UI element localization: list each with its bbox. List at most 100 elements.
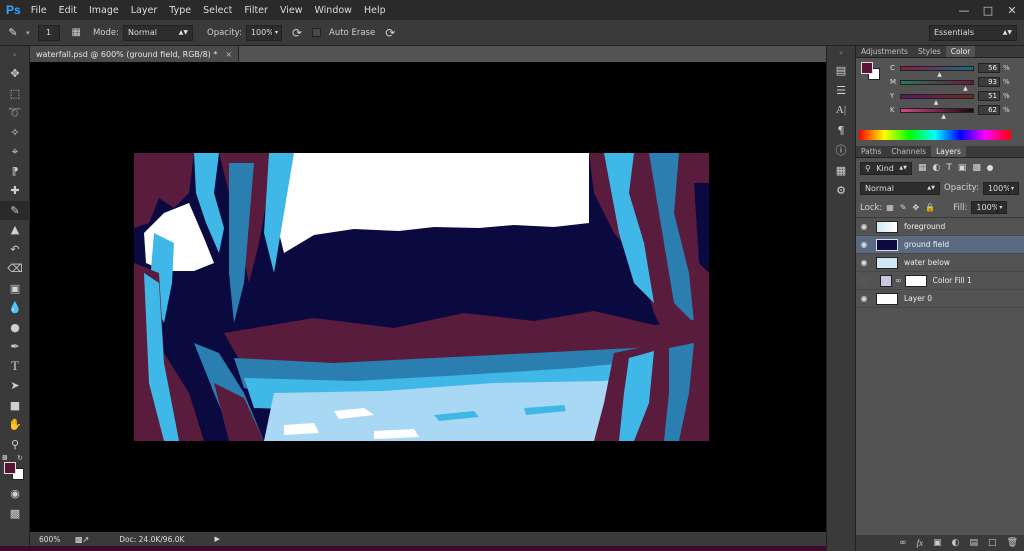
panel-foreground-color-swatch[interactable] [861, 62, 873, 74]
opacity-dropdown[interactable]: ▾ [271, 24, 282, 41]
filter-toggle-icon[interactable] [986, 165, 993, 171]
zoom-tool-icon[interactable]: ⚲ [0, 435, 30, 455]
zoom-level[interactable]: 600% [39, 535, 69, 544]
yellow-track[interactable]: ▲ [900, 93, 974, 106]
properties-panel-icon[interactable]: ☰ [827, 80, 855, 100]
filter-type-icon[interactable]: T [946, 163, 952, 173]
auto-erase-checkbox[interactable] [312, 28, 322, 37]
color-spectrum[interactable] [859, 130, 1011, 140]
pencil-tool-icon[interactable]: ✎ [0, 26, 26, 39]
black-track[interactable]: ▲ [900, 107, 974, 120]
menu-select[interactable]: Select [203, 5, 232, 16]
cyan-track[interactable]: ▲ [900, 65, 974, 78]
add-mask-icon[interactable]: ▣ [933, 538, 942, 548]
paragraph-panel-icon[interactable]: ¶ [827, 120, 855, 140]
marquee-tool-icon[interactable]: ⬚ [0, 84, 30, 104]
rectangle-tool-icon[interactable]: ■ [0, 396, 30, 416]
black-value[interactable]: 62 [978, 105, 1000, 115]
menu-help[interactable]: Help [364, 5, 386, 16]
document-tab[interactable]: waterfall.psd @ 600% (ground field, RGB/… [30, 46, 240, 62]
workspace-select[interactable]: Essentials ▲▼ [929, 24, 1017, 41]
visibility-eye-icon[interactable]: ◉ [856, 294, 872, 303]
character-panel-icon[interactable]: A| [827, 100, 855, 120]
blur-tool-icon[interactable]: 💧 [0, 298, 30, 318]
filter-pixel-icon[interactable]: ▦ [918, 163, 927, 173]
default-colors-icon[interactable]: ▩ [2, 454, 8, 461]
visibility-empty-box[interactable]: □ [856, 276, 872, 285]
close-button[interactable]: ✕ [1000, 0, 1024, 20]
tool-presets-panel-icon[interactable]: ⚙ [827, 180, 855, 200]
crop-tool-icon[interactable]: ⌖ [0, 142, 30, 162]
link-chain-icon[interactable]: ∞ [895, 276, 902, 285]
visibility-eye-icon[interactable]: ◉ [856, 258, 872, 267]
layer-kind-filter[interactable]: ⚲ Kind ▲▼ [860, 161, 912, 175]
menu-layer[interactable]: Layer [131, 5, 158, 16]
canvas[interactable] [30, 62, 826, 532]
lock-image-icon[interactable]: ✎ [900, 203, 907, 212]
status-menu-arrow-icon[interactable]: ▶ [214, 535, 219, 543]
layer-opacity-dropdown[interactable]: ▾ [1008, 181, 1019, 195]
collapse-panels-grip[interactable]: « [827, 46, 855, 60]
tab-color[interactable]: Color [945, 46, 976, 57]
magic-wand-tool-icon[interactable]: ✧ [0, 123, 30, 143]
pressure-opacity-icon[interactable]: ⟳ [292, 26, 302, 40]
new-layer-icon[interactable]: □ [988, 538, 997, 548]
gradient-tool-icon[interactable]: ▣ [0, 279, 30, 299]
cyan-value[interactable]: 56 [978, 63, 1000, 73]
type-tool-icon[interactable]: T [0, 357, 30, 377]
pen-tool-icon[interactable]: ✒ [0, 337, 30, 357]
foreground-color-swatch[interactable] [4, 462, 16, 474]
quick-mask-icon[interactable]: ◉ [0, 484, 30, 504]
lock-transparent-icon[interactable]: ▦ [886, 203, 894, 212]
filter-adjustment-icon[interactable]: ◐ [933, 163, 941, 173]
delete-layer-icon[interactable]: 🗑 [1007, 538, 1018, 548]
magenta-track[interactable]: ▲ [900, 79, 974, 92]
layer-opacity-input[interactable]: 100% [982, 181, 1011, 195]
tab-paths[interactable]: Paths [856, 146, 886, 157]
menu-filter[interactable]: Filter [244, 5, 268, 16]
tool-preset-dropdown[interactable]: ▾ [26, 29, 30, 37]
layer-row-water-below[interactable]: ◉ water below [856, 254, 1024, 272]
healing-brush-tool-icon[interactable]: ✚ [0, 181, 30, 201]
link-layers-icon[interactable]: ∞ [899, 538, 907, 548]
layer-row-color-fill-1[interactable]: □ ∞ Color Fill 1 [856, 272, 1024, 290]
mode-select[interactable]: Normal ▲▼ [123, 24, 193, 41]
pressure-size-icon[interactable]: ⟳ [385, 26, 395, 40]
tab-styles[interactable]: Styles [913, 46, 946, 57]
swap-colors-icon[interactable]: ↻ [17, 454, 23, 462]
blend-mode-select[interactable]: Normal ▲▼ [860, 181, 940, 195]
status-share-icon[interactable]: ▩↗ [75, 535, 89, 544]
menu-image[interactable]: Image [89, 5, 119, 16]
eraser-tool-icon[interactable]: ⌫ [0, 259, 30, 279]
menu-window[interactable]: Window [314, 5, 351, 16]
layer-row-foreground[interactable]: ◉ foreground [856, 218, 1024, 236]
tab-adjustments[interactable]: Adjustments [856, 46, 913, 57]
pencil-tool-icon[interactable]: ✎ [0, 200, 30, 220]
fill-input[interactable]: 100% [971, 201, 999, 214]
toolbox-grip[interactable]: » [0, 46, 29, 64]
tab-layers[interactable]: Layers [931, 146, 966, 157]
layer-row-layer-0[interactable]: ◉ Layer 0 [856, 290, 1024, 308]
opacity-input[interactable]: 100% [245, 24, 274, 41]
menu-type[interactable]: Type [169, 5, 191, 16]
fill-dropdown[interactable]: ▾ [997, 201, 1008, 214]
slider-marker-icon[interactable]: ▲ [941, 113, 946, 120]
eyedropper-tool-icon[interactable]: ⁋ [0, 162, 30, 182]
tab-channels[interactable]: Channels [886, 146, 931, 157]
minimize-button[interactable]: — [952, 0, 976, 20]
info-panel-icon[interactable]: ⓘ [827, 140, 855, 160]
black-slider[interactable]: K ▲ 62 % [890, 104, 1010, 120]
cyan-slider[interactable]: C ▲ 56 % [890, 62, 1010, 78]
layer-style-icon[interactable]: fx [917, 538, 924, 548]
path-selection-tool-icon[interactable]: ➤ [0, 376, 30, 396]
visibility-eye-icon[interactable]: ◉ [856, 222, 872, 231]
screen-mode-icon[interactable]: ▩ [0, 504, 30, 524]
close-tab-icon[interactable]: × [225, 50, 232, 59]
history-panel-icon[interactable]: ▤ [827, 60, 855, 80]
color-swatches[interactable]: ▩ ↻ [0, 454, 30, 484]
visibility-eye-icon[interactable]: ◉ [856, 240, 872, 249]
move-tool-icon[interactable]: ✥ [0, 64, 30, 84]
filter-smart-icon[interactable]: ▩ [972, 163, 981, 173]
menu-edit[interactable]: Edit [59, 5, 77, 16]
clone-stamp-tool-icon[interactable]: ▲ [0, 220, 30, 240]
